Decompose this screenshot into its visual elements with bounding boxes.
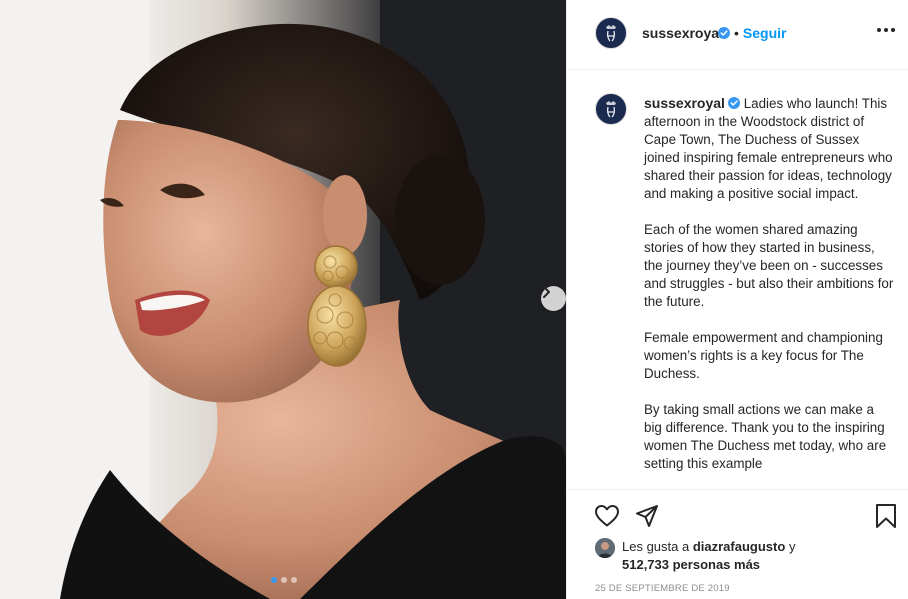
caption-paragraph: sussexroyal Ladies who launch! This afte… [644, 94, 894, 203]
chevron-right-icon [543, 286, 550, 298]
likes-count[interactable]: 512,733 personas más [622, 557, 760, 572]
verified-badge-icon [727, 97, 740, 109]
post-caption: sussexroyal Ladies who launch! This afte… [644, 94, 894, 489]
caption-paragraph: Female empowerment and championing women… [644, 330, 883, 381]
header-username[interactable]: sussexroyal [642, 25, 723, 41]
bookmark-icon[interactable] [875, 503, 897, 529]
carousel-indicator [271, 577, 297, 583]
heart-icon[interactable] [594, 504, 620, 528]
post-sidebar: sussexroyal • Seguir sussexroyal Ladies w… [566, 0, 908, 599]
post-date[interactable]: 25 DE SEPTIEMBRE DE 2019 [595, 583, 730, 594]
follow-button[interactable]: • Seguir [734, 25, 786, 41]
caption-paragraph: By taking small actions we can make a bi… [644, 402, 887, 471]
post-actions: Les gusta a diazrafaugusto y 512,733 per… [567, 491, 908, 599]
profile-avatar[interactable] [595, 17, 627, 49]
likes-connector: y [788, 539, 796, 554]
caption-text: Ladies who launch! This afternoon in the… [644, 96, 893, 201]
person-photo [595, 538, 615, 558]
caption-paragraph: Each of the women shared amazing stories… [644, 222, 894, 309]
likes-prefix: Les gusta a [622, 539, 690, 554]
monogram-logo [606, 101, 616, 118]
carousel-dot [271, 577, 277, 583]
separator-dot: • [734, 25, 739, 41]
photo-illustration [0, 0, 566, 599]
likes-text: Les gusta a diazrafaugusto y 512,733 per… [622, 538, 822, 574]
post-photo[interactable] [0, 0, 566, 599]
comments-area[interactable]: sussexroyal Ladies who launch! This afte… [567, 71, 908, 490]
caption-avatar[interactable] [595, 93, 627, 125]
carousel-next-button[interactable] [541, 286, 566, 311]
paper-plane-icon[interactable] [635, 504, 659, 528]
verified-badge-icon [718, 27, 730, 39]
liker-username[interactable]: diazrafaugusto [693, 539, 785, 554]
liker-avatar[interactable] [595, 538, 615, 558]
caption-username[interactable]: sussexroyal [644, 95, 725, 111]
monogram-logo [606, 25, 616, 42]
carousel-dot [291, 577, 297, 583]
follow-label: Seguir [742, 25, 787, 41]
post-header: sussexroyal • Seguir [567, 0, 908, 70]
carousel-dot [281, 577, 287, 583]
more-options-icon[interactable] [877, 28, 895, 32]
